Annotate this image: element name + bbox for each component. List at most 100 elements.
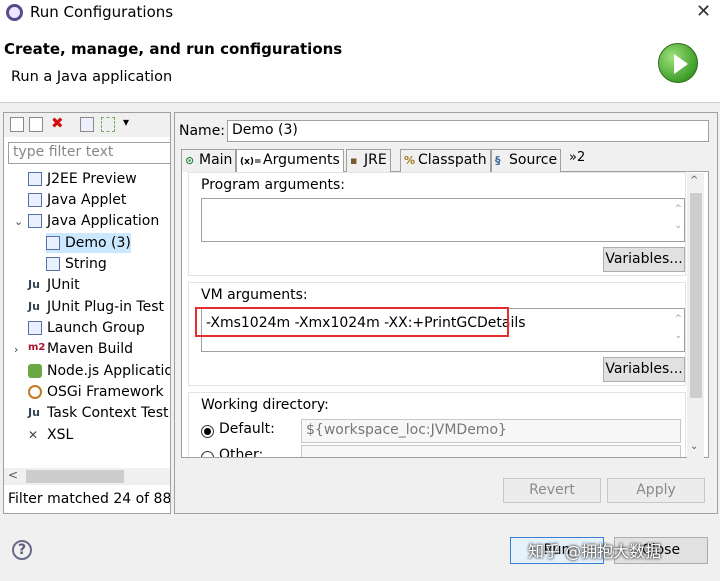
dialog-header: Create, manage, and run configurations R… bbox=[0, 27, 720, 103]
tab-label: Arguments bbox=[263, 152, 340, 168]
java-config-icon bbox=[46, 257, 60, 271]
tree-item-label: Demo (3) bbox=[65, 235, 131, 251]
horizontal-scrollbar[interactable]: < bbox=[4, 468, 170, 485]
tab-source[interactable]: § Source bbox=[491, 149, 562, 172]
tree-item[interactable]: J2EE Preview bbox=[28, 169, 137, 189]
maven-icon: m2 bbox=[28, 342, 46, 353]
main-tab-icon: ⊙ bbox=[185, 154, 195, 167]
duplicate-icon[interactable] bbox=[29, 117, 43, 132]
j2ee-icon bbox=[28, 172, 42, 186]
textarea-scroll-arrows[interactable]: ^ ⌄ bbox=[674, 201, 682, 235]
junit-icon: Ju bbox=[28, 278, 40, 291]
eclipse-icon bbox=[6, 4, 23, 21]
tree-item-label: J2EE Preview bbox=[47, 171, 137, 187]
java-app-icon bbox=[28, 214, 42, 228]
other-label: Other: bbox=[219, 447, 264, 458]
close-icon[interactable]: ✕ bbox=[696, 1, 711, 22]
tab-jre[interactable]: ▪ JRE bbox=[346, 149, 391, 172]
scroll-thumb[interactable] bbox=[690, 193, 702, 398]
tree-item-label: Node.js Applicatio bbox=[47, 363, 171, 379]
delete-icon[interactable]: ✖ bbox=[51, 114, 65, 132]
filter-input[interactable]: type filter text bbox=[8, 142, 170, 164]
tab-label: Source bbox=[509, 152, 558, 168]
java-config-icon bbox=[46, 236, 60, 250]
tab-arguments[interactable]: (x)=Arguments bbox=[236, 149, 344, 173]
configuration-tree-pane: ✖ ▾ type filter text J2EE Preview Java Ap… bbox=[3, 112, 171, 514]
tree-item-label: Maven Build bbox=[47, 341, 134, 357]
configuration-editor: Name: Demo (3) ⊙ Main (x)=Arguments ▪ JRE … bbox=[174, 112, 718, 514]
filter-config-icon[interactable] bbox=[101, 117, 115, 132]
textarea-scroll-arrows[interactable]: ^ ⌄ bbox=[674, 311, 682, 345]
nodejs-icon bbox=[28, 364, 42, 378]
tab-bar: ⊙ Main (x)=Arguments ▪ JRE % Classpath § Sou… bbox=[181, 149, 709, 173]
tree-item[interactable]: Ju JUnit Plug-in Test bbox=[28, 297, 164, 317]
program-arguments-label: Program arguments: bbox=[201, 177, 345, 193]
default-label: Default: bbox=[219, 421, 275, 437]
vm-arguments-label: VM arguments: bbox=[201, 287, 308, 303]
name-label: Name: bbox=[179, 123, 226, 139]
program-arguments-group: Program arguments: ^ ⌄ Variables... bbox=[188, 172, 686, 276]
watermark: 知乎 @拥抱大数据 bbox=[528, 542, 662, 561]
revert-button[interactable]: Revert bbox=[503, 478, 601, 503]
window-title: Run Configurations bbox=[30, 3, 174, 21]
tabs-overflow[interactable]: »2 bbox=[569, 150, 585, 165]
tree-item-label: XSL bbox=[47, 427, 74, 443]
vm-variables-button[interactable]: Variables... bbox=[603, 357, 685, 382]
tree-item[interactable]: ⌄ Java Application bbox=[14, 211, 160, 231]
chevron-down-icon[interactable]: ▾ bbox=[123, 115, 137, 130]
tree-item-label: Java Applet bbox=[47, 192, 127, 208]
scroll-up-icon[interactable]: ^ bbox=[690, 175, 698, 186]
tree-item[interactable]: OSGi Framework bbox=[28, 382, 164, 402]
tree-toolbar: ✖ ▾ bbox=[4, 113, 170, 137]
scroll-thumb[interactable] bbox=[26, 470, 124, 483]
apply-button[interactable]: Apply bbox=[607, 478, 705, 503]
tree-item-label: JUnit bbox=[47, 277, 80, 293]
chevron-right-icon[interactable]: › bbox=[14, 343, 18, 356]
tree-item[interactable]: Java Applet bbox=[28, 190, 126, 210]
scroll-down-icon[interactable]: ⌄ bbox=[690, 441, 698, 452]
task-context-icon: Ju bbox=[28, 406, 40, 419]
tab-classpath[interactable]: % Classpath bbox=[400, 149, 491, 172]
applet-icon bbox=[28, 193, 42, 207]
default-radio[interactable] bbox=[201, 425, 214, 438]
source-tab-icon: § bbox=[495, 154, 501, 167]
filter-status: Filter matched 24 of 88 i bbox=[8, 491, 171, 507]
tree-item-label: JUnit Plug-in Test bbox=[47, 299, 165, 315]
other-radio[interactable] bbox=[201, 451, 214, 457]
collapse-all-icon[interactable] bbox=[80, 117, 94, 132]
tree-item[interactable]: Launch Group bbox=[28, 318, 145, 338]
tree-item[interactable]: String bbox=[46, 254, 107, 274]
tree-item[interactable]: Ju JUnit bbox=[28, 275, 80, 295]
tree-item-label: OSGi Framework bbox=[47, 384, 164, 400]
tab-label: Main bbox=[199, 152, 233, 168]
vm-arguments-highlight bbox=[195, 307, 509, 337]
vertical-scrollbar[interactable]: ^ ⌄ bbox=[687, 173, 704, 458]
name-field[interactable]: Demo (3) bbox=[227, 120, 709, 142]
launch-group-icon bbox=[28, 321, 42, 335]
chevron-down-icon[interactable]: ⌄ bbox=[14, 215, 23, 228]
tree-item[interactable]: Node.js Applicatio bbox=[28, 361, 171, 381]
help-icon[interactable]: ? bbox=[12, 540, 32, 560]
tree-item[interactable]: Ju Task Context Test bbox=[28, 403, 169, 423]
arguments-tab-content: Program arguments: ^ ⌄ Variables... VM ar… bbox=[181, 172, 709, 458]
tree-item-label: Java Application bbox=[47, 213, 160, 229]
tree-item-label: Task Context Test bbox=[47, 405, 169, 421]
new-configuration-icon[interactable] bbox=[10, 117, 24, 132]
junit-plugin-icon: Ju bbox=[28, 300, 40, 313]
tab-label: JRE bbox=[364, 152, 387, 168]
program-arguments-input[interactable]: ^ ⌄ bbox=[201, 198, 685, 242]
tree-item[interactable]: › m2 Maven Build bbox=[14, 339, 134, 359]
xsl-icon: ✕ bbox=[28, 428, 39, 442]
program-variables-button[interactable]: Variables... bbox=[603, 247, 685, 272]
other-directory-field[interactable] bbox=[301, 445, 681, 457]
tab-main[interactable]: ⊙ Main bbox=[181, 149, 237, 172]
run-badge-icon bbox=[658, 43, 698, 83]
tree-item[interactable]: Demo (3) bbox=[46, 233, 131, 253]
tree-item-label: String bbox=[65, 256, 107, 272]
osgi-icon bbox=[28, 385, 42, 399]
tree-item[interactable]: ✕ XSL bbox=[28, 425, 73, 445]
title-bar: Run Configurations ✕ bbox=[0, 0, 720, 27]
scroll-left-icon[interactable]: < bbox=[8, 468, 18, 482]
default-directory-field: ${workspace_loc:JVMDemo} bbox=[301, 419, 681, 443]
tree-item-label: Launch Group bbox=[47, 320, 145, 336]
